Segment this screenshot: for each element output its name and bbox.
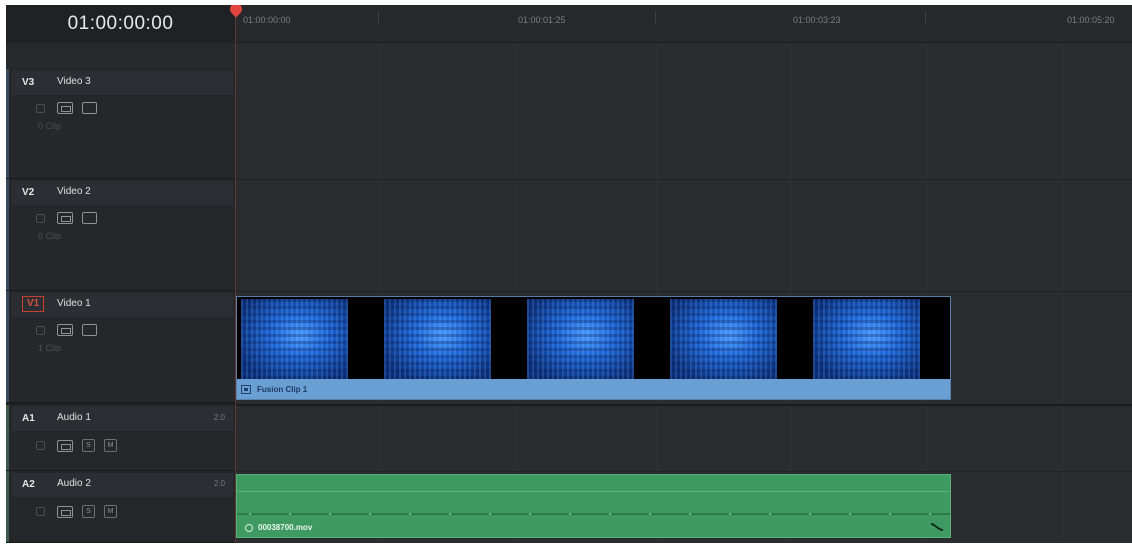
track-id: A1 bbox=[22, 413, 35, 424]
curve-icon[interactable] bbox=[930, 522, 944, 532]
track-headers: V3 Video 3 0 Clip V2 Video 2 0 Clip V1 V… bbox=[6, 69, 235, 543]
lock-icon[interactable] bbox=[36, 213, 45, 223]
track-id: V3 bbox=[22, 77, 35, 88]
video-clip-fusion[interactable]: Fusion Clip 1 bbox=[236, 296, 951, 400]
header-spacer bbox=[6, 43, 235, 69]
ruler-tick bbox=[925, 11, 926, 25]
audio-clip[interactable]: 00038700.mov bbox=[236, 474, 951, 538]
ruler-label: 01:00:05:20 bbox=[1067, 15, 1115, 25]
track-accent bbox=[6, 291, 9, 402]
timeline-ruler[interactable]: 01:00:00:00 01:00:01:25 01:00:03:23 01:0… bbox=[235, 5, 1132, 43]
track-title-row: V1 Video 1 bbox=[12, 293, 233, 317]
track-accent bbox=[6, 471, 9, 542]
track-header-a2[interactable]: A2 Audio 2 2.0 S M bbox=[6, 471, 235, 543]
lock-icon[interactable] bbox=[36, 507, 45, 516]
track-name[interactable]: Audio 2 bbox=[57, 478, 91, 489]
grid-line bbox=[514, 43, 515, 543]
audio-clip-name: 00038700.mov bbox=[258, 523, 313, 532]
timeline-panel: 01:00:00:00 01:00:00:00 01:00:01:25 01:0… bbox=[6, 5, 1132, 543]
timecode-text: 01:00:00:00 bbox=[67, 13, 174, 34]
grid-line bbox=[926, 43, 927, 543]
playhead-line[interactable] bbox=[235, 5, 236, 543]
track-controls: S M bbox=[36, 439, 117, 452]
auto-select-icon[interactable] bbox=[57, 212, 73, 224]
clip-count: 0 Clip bbox=[38, 231, 62, 241]
track-controls bbox=[36, 324, 97, 336]
auto-select-icon[interactable] bbox=[57, 505, 73, 518]
ruler-tick bbox=[655, 11, 656, 25]
track-name[interactable]: Video 2 bbox=[57, 186, 91, 197]
track-id: A2 bbox=[22, 479, 35, 490]
solo-button[interactable]: S bbox=[82, 505, 95, 518]
grid-line bbox=[379, 43, 380, 543]
track-id: V2 bbox=[22, 187, 35, 198]
track-divider bbox=[236, 179, 1132, 180]
clip-count: 1 Clip bbox=[38, 343, 62, 353]
auto-select-icon[interactable] bbox=[57, 324, 73, 336]
grid-line bbox=[1062, 43, 1063, 543]
track-divider bbox=[236, 291, 1132, 292]
ruler-tick bbox=[378, 11, 379, 25]
monitor-icon[interactable] bbox=[82, 212, 97, 224]
track-level: 2.0 bbox=[213, 413, 225, 422]
lock-icon[interactable] bbox=[36, 441, 45, 450]
clip-thumbnail bbox=[670, 299, 777, 379]
track-name[interactable]: Audio 1 bbox=[57, 412, 91, 423]
video-clip-name: Fusion Clip 1 bbox=[257, 384, 308, 394]
track-header-v2[interactable]: V2 Video 2 0 Clip bbox=[6, 179, 235, 291]
ruler-label: 01:00:03:23 bbox=[793, 15, 841, 25]
grid-line bbox=[656, 43, 657, 543]
track-title-row: V2 Video 2 bbox=[12, 181, 233, 205]
track-divider bbox=[236, 471, 1132, 472]
track-lanes[interactable]: Fusion Clip 1 00038700.mov bbox=[236, 43, 1132, 543]
fusion-clip-icon bbox=[241, 384, 251, 394]
grid-line bbox=[791, 43, 792, 543]
mute-button[interactable]: M bbox=[104, 439, 117, 452]
lock-icon[interactable] bbox=[36, 325, 45, 335]
solo-button[interactable]: S bbox=[82, 439, 95, 452]
clip-thumbnail bbox=[241, 299, 348, 379]
track-accent bbox=[6, 405, 9, 470]
audio-waveform bbox=[237, 513, 950, 515]
auto-select-icon[interactable] bbox=[57, 439, 73, 452]
ruler-label: 01:00:01:25 bbox=[518, 15, 566, 25]
track-header-a1[interactable]: A1 Audio 1 2.0 S M bbox=[6, 405, 235, 471]
clip-count: 0 Clip bbox=[38, 121, 62, 131]
track-title-row: A1 Audio 1 2.0 bbox=[12, 407, 233, 431]
track-id-destination[interactable]: V1 bbox=[22, 296, 45, 312]
track-title-row: A2 Audio 2 2.0 bbox=[12, 473, 233, 497]
clip-thumbnail bbox=[813, 299, 920, 379]
auto-select-icon[interactable] bbox=[57, 102, 73, 114]
ruler-label: 01:00:00:00 bbox=[243, 15, 291, 25]
track-name[interactable]: Video 1 bbox=[57, 298, 91, 309]
video-clip-label-bar: Fusion Clip 1 bbox=[237, 379, 950, 399]
clip-thumbnail bbox=[384, 299, 491, 379]
track-accent bbox=[6, 179, 9, 290]
audio-clip-label: 00038700.mov bbox=[245, 523, 312, 532]
track-header-v1[interactable]: V1 Video 1 1 Clip bbox=[6, 291, 235, 403]
track-level: 2.0 bbox=[213, 479, 225, 488]
track-controls: S M bbox=[36, 505, 117, 518]
track-accent bbox=[6, 69, 9, 178]
track-controls bbox=[36, 212, 97, 224]
link-icon bbox=[245, 523, 253, 532]
timecode-display[interactable]: 01:00:00:00 bbox=[6, 5, 235, 43]
video-audio-divider bbox=[236, 404, 1132, 406]
audio-waveform-top bbox=[237, 491, 950, 492]
track-name[interactable]: Video 3 bbox=[57, 76, 91, 87]
track-controls bbox=[36, 102, 97, 114]
track-title-row: V3 Video 3 bbox=[12, 71, 233, 95]
track-header-v3[interactable]: V3 Video 3 0 Clip bbox=[6, 69, 235, 179]
lock-icon[interactable] bbox=[36, 103, 45, 113]
monitor-icon[interactable] bbox=[82, 102, 97, 114]
monitor-icon[interactable] bbox=[82, 324, 97, 336]
clip-thumbnail bbox=[527, 299, 634, 379]
mute-button[interactable]: M bbox=[104, 505, 117, 518]
